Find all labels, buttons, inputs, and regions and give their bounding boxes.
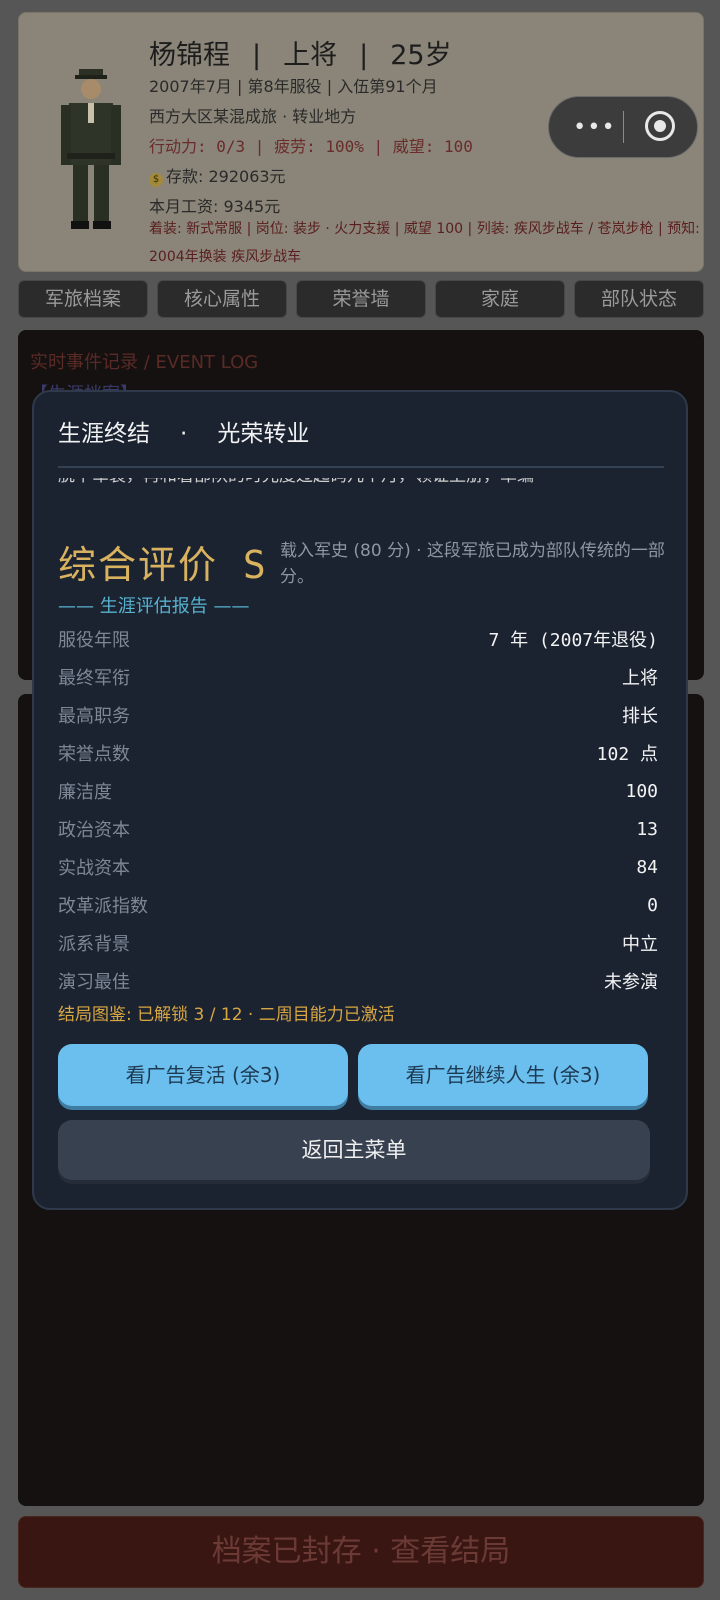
overall-grade: 综合评价 S xyxy=(58,543,268,587)
stat-key: 政治资本 xyxy=(58,820,130,841)
stat-value: 102 点 xyxy=(596,744,658,765)
modal-title-dot: · xyxy=(180,421,188,447)
narrative-text: 脱下军装，再和着部队的时光度过起码几个月，领证上册，草编 xyxy=(58,478,664,492)
stat-value: 100 xyxy=(625,780,658,802)
stat-value: 中立 xyxy=(622,934,658,955)
ending-gallery-status: 结局图鉴: 已解锁 3 / 12 · 二周目能力已激活 xyxy=(58,1005,395,1025)
stat-row: 最终军衔 上将 xyxy=(58,658,658,696)
stats-list: 服役年限 7 年 (2007年退役) 最终军衔 上将 最高职务 排长 荣誉点数 102 … xyxy=(58,620,658,1000)
stat-value: 84 xyxy=(636,856,658,878)
stat-row: 实战资本 84 xyxy=(58,848,658,886)
watch-ad-continue-button[interactable]: 看广告继续人生 (余3) xyxy=(358,1044,648,1106)
stat-value: 13 xyxy=(636,818,658,840)
stat-value: 未参演 xyxy=(604,972,658,993)
stat-key: 实战资本 xyxy=(58,858,130,879)
watch-ad-revive-button[interactable]: 看广告复活 (余3) xyxy=(58,1044,348,1106)
stat-key: 最终军衔 xyxy=(58,668,130,689)
modal-title-left: 生涯终结 xyxy=(58,421,150,447)
stat-value: 7 年 (2007年退役) xyxy=(488,630,658,651)
career-end-modal: 生涯终结 · 光荣转业 脱下军装，再和着部队的时光度过起码几个月，领证上册，草编 综… xyxy=(32,390,688,1210)
modal-title-right: 光荣转业 xyxy=(217,421,310,447)
stat-value: 0 xyxy=(647,894,658,916)
stat-row: 服役年限 7 年 (2007年退役) xyxy=(58,620,658,658)
stat-row: 政治资本 13 xyxy=(58,810,658,848)
stat-row: 改革派指数 0 xyxy=(58,886,658,924)
return-main-menu-button[interactable]: 返回主菜单 xyxy=(58,1120,650,1180)
modal-title: 生涯终结 · 光荣转业 xyxy=(58,414,309,448)
stat-key: 廉洁度 xyxy=(58,782,112,803)
grade-description: 载入军史 (80 分) · 这段军旅已成为部队传统的一部分。 xyxy=(280,541,665,587)
stat-key: 最高职务 xyxy=(58,706,130,727)
stat-key: 改革派指数 xyxy=(58,896,148,917)
report-title: —— 生涯评估报告 —— xyxy=(58,596,250,617)
stat-row: 演习最佳 未参演 xyxy=(58,962,658,1000)
stat-value: 上将 xyxy=(622,668,658,689)
stat-row: 廉洁度 100 xyxy=(58,772,658,810)
stat-key: 服役年限 xyxy=(58,630,130,651)
stat-key: 演习最佳 xyxy=(58,972,130,993)
stat-row: 荣誉点数 102 点 xyxy=(58,734,658,772)
stat-key: 荣誉点数 xyxy=(58,744,130,765)
stat-value: 排长 xyxy=(622,706,658,727)
scrolling-narrative[interactable]: 脱下军装，再和着部队的时光度过起码几个月，领证上册，草编 xyxy=(58,478,664,526)
stat-row: 派系背景 中立 xyxy=(58,924,658,962)
modal-divider xyxy=(58,466,664,468)
stat-row: 最高职务 排长 xyxy=(58,696,658,734)
stat-key: 派系背景 xyxy=(58,934,130,955)
